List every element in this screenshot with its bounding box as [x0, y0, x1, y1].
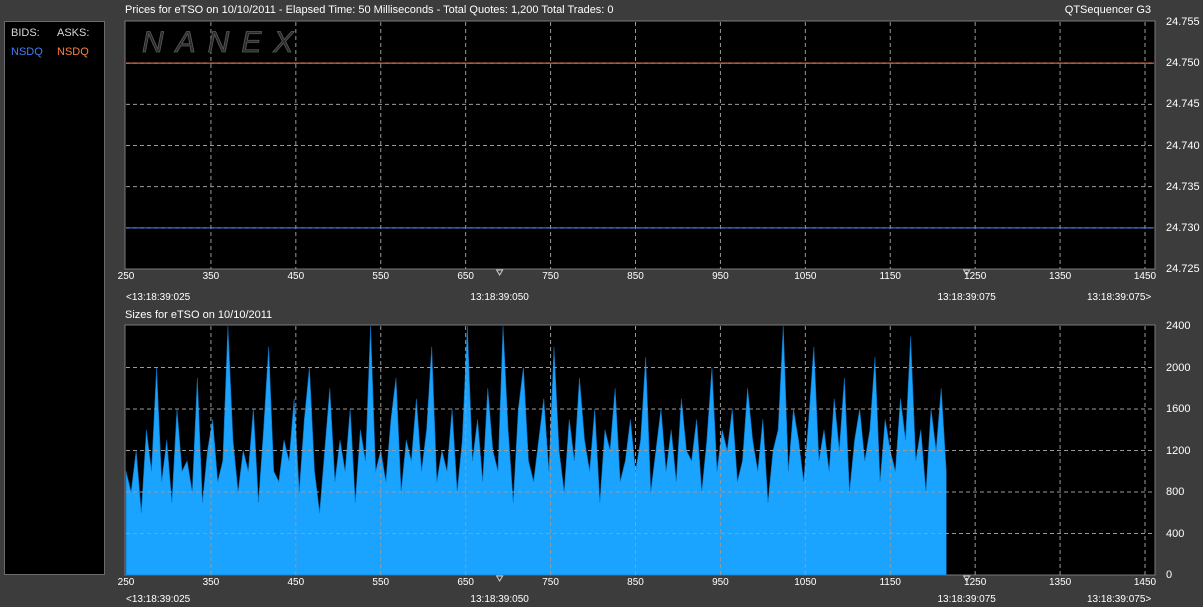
price-ytick-label: 24.735 — [1166, 180, 1200, 193]
price-xtick-label: 750 — [542, 271, 559, 282]
size-xtick-label: 750 — [542, 577, 559, 588]
price-xtick-label: 1150 — [879, 271, 902, 282]
size-xtick-label: 1150 — [879, 577, 902, 588]
size-timestamp-label: <13:18:39:025 — [126, 594, 191, 605]
size-xtick-label: 1450 — [1133, 577, 1157, 588]
size-xtick-label: 550 — [372, 577, 390, 588]
price-xtick-label: 1450 — [1133, 271, 1157, 282]
price-ytick-label: 24.740 — [1166, 139, 1200, 152]
price-ytick-label: 24.745 — [1166, 98, 1200, 111]
size-ytick-label: 1200 — [1166, 444, 1191, 457]
price-xtick-label: 1050 — [794, 271, 817, 282]
price-timestamp-label: 13:18:39:075 — [937, 292, 996, 303]
size-timestamp-label: 13:18:39:075> — [1087, 594, 1152, 605]
size-timestamp-label: 13:18:39:050 — [470, 594, 529, 605]
price-xtick-label: 450 — [287, 271, 305, 282]
size-timestamp-label: 13:18:39:075 — [937, 594, 996, 605]
price-timestamp-label: 13:18:39:050 — [470, 292, 529, 303]
size-xtick-label: 650 — [457, 577, 474, 588]
price-ytick-label: 24.755 — [1166, 16, 1200, 28]
price-xtick-label: 1250 — [964, 271, 987, 282]
price-xtick-label: 350 — [202, 271, 220, 282]
size-ytick-label: 800 — [1166, 486, 1185, 498]
price-ytick-label: 24.725 — [1166, 263, 1200, 275]
price-xtick-label: 650 — [457, 271, 474, 282]
price-xtick-label: 250 — [117, 271, 135, 282]
size-ytick-label: 0 — [1166, 569, 1173, 581]
size-xtick-label: 1050 — [794, 577, 817, 588]
size-chart — [124, 324, 1156, 582]
price-ytick-label: 24.750 — [1166, 57, 1200, 70]
price-xtick-label: 550 — [372, 271, 390, 282]
size-xtick-label: 950 — [712, 577, 729, 588]
size-time-marker — [495, 575, 504, 582]
size-ytick-label: 2400 — [1166, 320, 1191, 332]
price-ytick-label: 24.730 — [1166, 221, 1200, 234]
size-xtick-label: 350 — [202, 577, 220, 588]
size-ytick-label: 2000 — [1166, 361, 1191, 374]
price-xtick-label: 1350 — [1048, 271, 1072, 282]
price-xtick-label: 850 — [627, 271, 644, 282]
size-xtick-label: 1250 — [964, 577, 987, 588]
price-xtick-label: 950 — [712, 271, 729, 282]
price-timestamp-label: 13:18:39:075> — [1087, 292, 1152, 303]
size-xtick-label: 450 — [287, 577, 305, 588]
size-xtick-label: 1350 — [1048, 577, 1072, 588]
size-xtick-label: 250 — [117, 577, 135, 588]
size-chart-title: Sizes for eTSO on 10/10/2011 — [125, 309, 273, 321]
price-timestamp-label: <13:18:39:025 — [126, 292, 191, 303]
size-xtick-label: 850 — [627, 577, 644, 588]
size-ytick-label: 400 — [1166, 527, 1185, 540]
size-ytick-label: 1600 — [1166, 403, 1191, 415]
